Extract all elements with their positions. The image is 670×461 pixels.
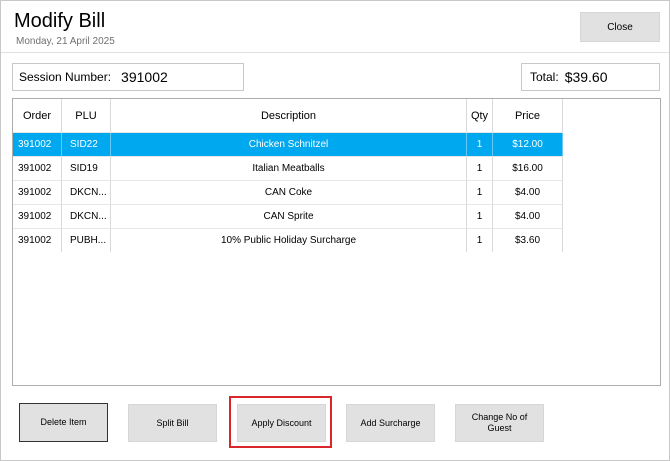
cell-price: $16.00 bbox=[493, 157, 563, 180]
cell-order: 391002 bbox=[13, 205, 62, 228]
grid-header: Order PLU Description Qty Price bbox=[13, 99, 563, 132]
add-surcharge-button[interactable]: Add Surcharge bbox=[346, 404, 435, 442]
bill-date: Monday, 21 April 2025 bbox=[16, 36, 115, 47]
cell-order: 391002 bbox=[13, 133, 62, 156]
total-box: Total: $39.60 bbox=[521, 63, 660, 91]
cell-qty: 1 bbox=[467, 181, 493, 204]
cell-description: 10% Public Holiday Surcharge bbox=[111, 229, 467, 252]
cell-description: CAN Coke bbox=[111, 181, 467, 204]
total-label: Total: bbox=[530, 70, 559, 84]
column-header-description[interactable]: Description bbox=[111, 99, 467, 132]
cell-price: $4.00 bbox=[493, 181, 563, 204]
cell-plu: DKCN... bbox=[62, 205, 111, 228]
delete-item-button[interactable]: Delete Item bbox=[19, 403, 108, 442]
cell-description: Chicken Schnitzel bbox=[111, 133, 467, 156]
header-divider bbox=[1, 52, 669, 53]
cell-price: $3.60 bbox=[493, 229, 563, 252]
session-number-box: Session Number: 391002 bbox=[12, 63, 244, 91]
total-value: $39.60 bbox=[564, 69, 608, 85]
modify-bill-window: Modify Bill Monday, 21 April 2025 Close … bbox=[0, 0, 670, 461]
apply-discount-button[interactable]: Apply Discount bbox=[237, 404, 326, 442]
table-row[interactable]: 391002 DKCN... CAN Coke 1 $4.00 bbox=[13, 180, 563, 204]
column-header-price[interactable]: Price bbox=[493, 99, 563, 132]
cell-plu: PUBH... bbox=[62, 229, 111, 252]
cell-qty: 1 bbox=[467, 229, 493, 252]
column-header-plu[interactable]: PLU bbox=[62, 99, 111, 132]
cell-order: 391002 bbox=[13, 157, 62, 180]
table-row[interactable]: 391002 PUBH... 10% Public Holiday Surcharg… bbox=[13, 228, 563, 252]
page-title: Modify Bill bbox=[14, 10, 106, 32]
session-number-value: 391002 bbox=[121, 69, 168, 85]
split-bill-button[interactable]: Split Bill bbox=[128, 404, 217, 442]
bill-items-grid: Order PLU Description Qty Price 391002 SI… bbox=[12, 98, 661, 386]
table-row[interactable]: 391002 DKCN... CAN Sprite 1 $4.00 bbox=[13, 204, 563, 228]
cell-description: CAN Sprite bbox=[111, 205, 467, 228]
cell-order: 391002 bbox=[13, 229, 62, 252]
session-number-label: Session Number: bbox=[19, 70, 112, 84]
cell-plu: DKCN... bbox=[62, 181, 111, 204]
cell-price: $4.00 bbox=[493, 205, 563, 228]
change-guests-button[interactable]: Change No of Guest bbox=[455, 404, 544, 442]
cell-order: 391002 bbox=[13, 181, 62, 204]
cell-qty: 1 bbox=[467, 133, 493, 156]
cell-price: $12.00 bbox=[493, 133, 563, 156]
column-header-qty[interactable]: Qty bbox=[467, 99, 493, 132]
cell-qty: 1 bbox=[467, 157, 493, 180]
cell-plu: SID22 bbox=[62, 133, 111, 156]
column-header-order[interactable]: Order bbox=[13, 99, 62, 132]
table-row[interactable]: 391002 SID19 Italian Meatballs 1 $16.00 bbox=[13, 156, 563, 180]
table-row[interactable]: 391002 SID22 Chicken Schnitzel 1 $12.00 bbox=[13, 132, 563, 156]
cell-plu: SID19 bbox=[62, 157, 111, 180]
cell-qty: 1 bbox=[467, 205, 493, 228]
grid-rows: 391002 SID22 Chicken Schnitzel 1 $12.00 39100… bbox=[13, 132, 563, 252]
cell-description: Italian Meatballs bbox=[111, 157, 467, 180]
close-button[interactable]: Close bbox=[580, 12, 660, 42]
